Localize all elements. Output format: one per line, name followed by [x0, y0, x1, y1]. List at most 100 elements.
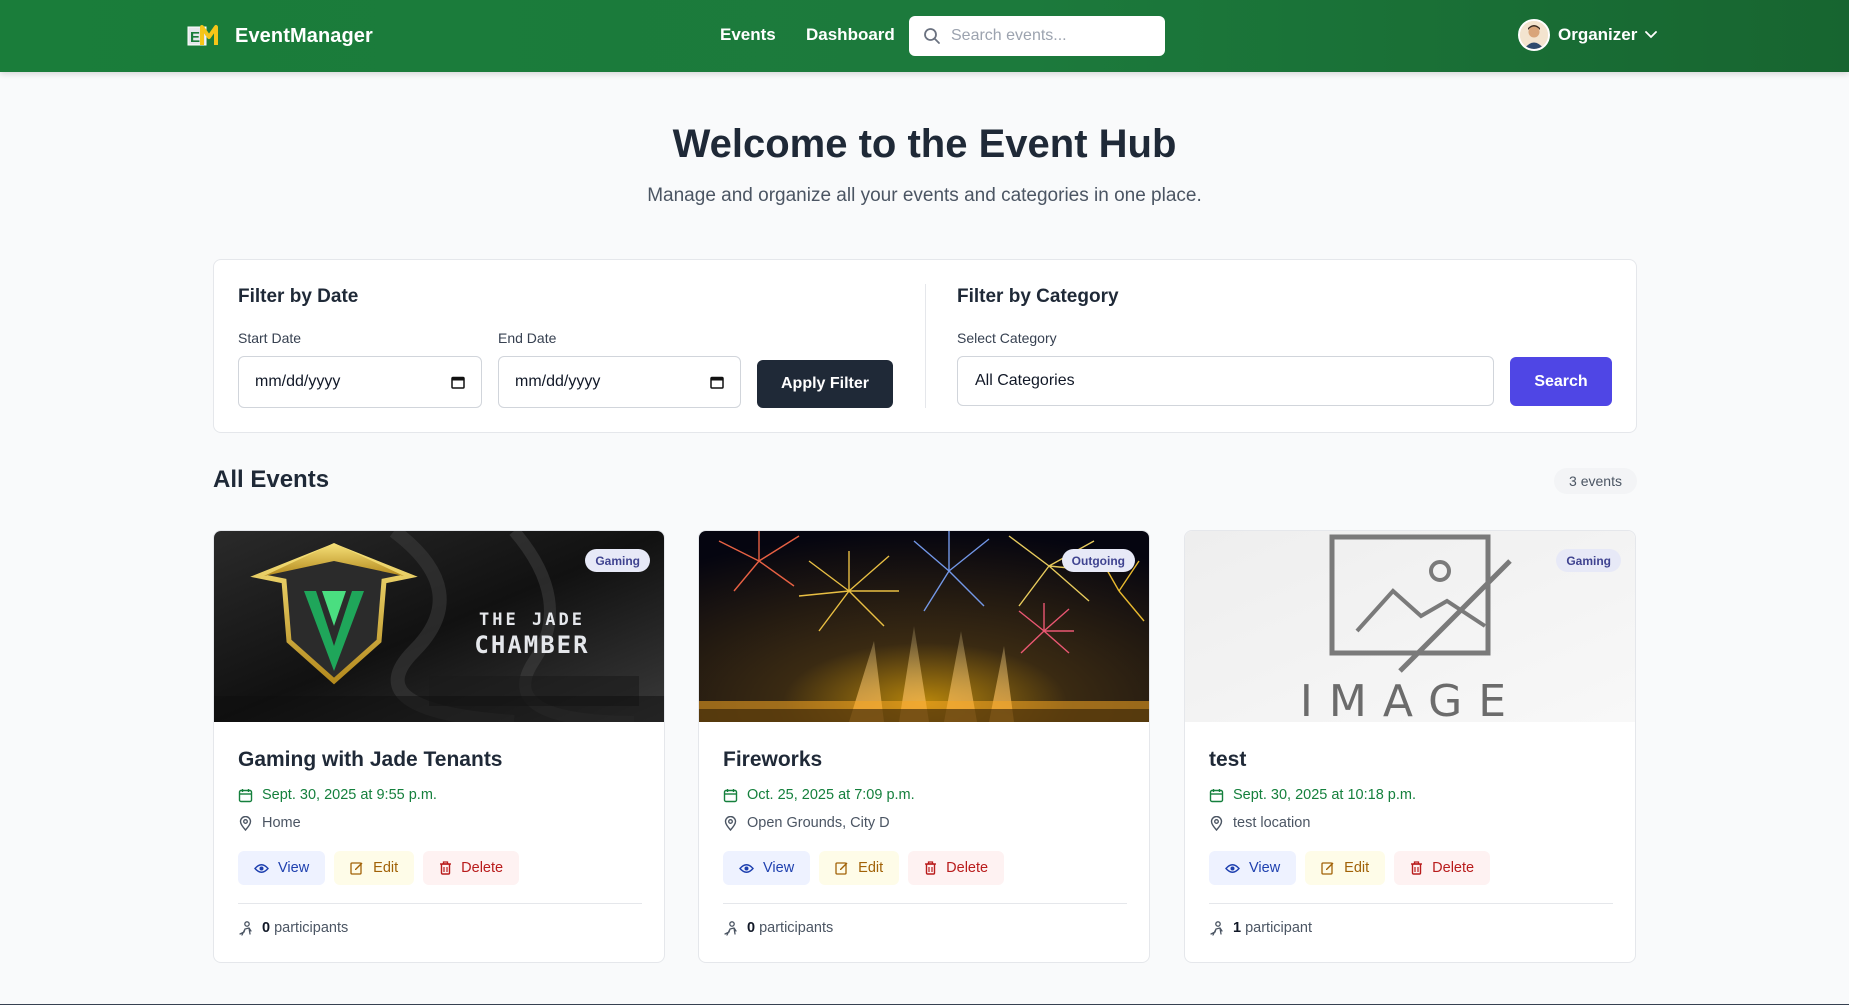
participants: 0 participants [723, 920, 833, 936]
trash-icon [1411, 861, 1423, 875]
participants: 0 participants [238, 920, 348, 936]
event-location-text: Open Grounds, City D [747, 815, 890, 831]
events-heading: All Events [213, 466, 330, 493]
event-location: test location [1209, 815, 1310, 831]
view-button[interactable]: View [723, 851, 811, 885]
event-location: Open Grounds, City D [723, 815, 890, 831]
chevron-down-icon [1645, 31, 1658, 39]
event-date: Sept. 30, 2025 at 9:55 p.m. [238, 787, 437, 803]
edit-icon [1321, 862, 1334, 875]
event-card: THE JADE CHAMBER Gaming Gaming with Jade… [213, 530, 665, 963]
delete-button[interactable]: Delete [423, 851, 520, 885]
eye-icon [254, 863, 269, 873]
search-input[interactable] [951, 27, 1151, 45]
card-divider [723, 903, 1127, 904]
calendar-icon [1209, 788, 1224, 802]
placeholder-image-text: IMAGE [1300, 676, 1522, 722]
participant-icon [239, 920, 252, 936]
event-date: Sept. 30, 2025 at 10:18 p.m. [1209, 787, 1416, 803]
event-title[interactable]: Gaming with Jade Tenants [238, 748, 503, 772]
map-pin-icon [724, 815, 737, 831]
card-divider [1209, 903, 1613, 904]
participant-icon [724, 920, 737, 936]
delete-label: Delete [1432, 860, 1475, 876]
calendar-picker-icon[interactable] [710, 375, 724, 389]
participants-count: 0 [262, 920, 271, 936]
trash-icon [925, 861, 937, 875]
event-location-text: Home [262, 815, 301, 831]
participants-label: participants [759, 920, 834, 936]
start-date-input[interactable]: mm/dd/yyyy [238, 356, 482, 408]
edit-label: Edit [858, 860, 884, 876]
brand[interactable]: E EventManager [187, 20, 373, 52]
edit-button[interactable]: Edit [334, 851, 415, 885]
edit-label: Edit [373, 860, 399, 876]
nav-link-events[interactable]: Events [720, 25, 776, 45]
event-manager-logo-icon: E [187, 25, 218, 46]
card-actions: View Edit Delete [238, 851, 520, 885]
end-date-value: mm/dd/yyyy [515, 373, 601, 390]
edit-button[interactable]: Edit [819, 851, 900, 885]
delete-button[interactable]: Delete [908, 851, 1005, 885]
card-divider [238, 903, 642, 904]
apply-filter-button[interactable]: Apply Filter [757, 360, 893, 408]
participants: 1 participant [1209, 920, 1312, 936]
search-icon [924, 28, 940, 44]
filter-divider [925, 284, 926, 408]
map-pin-icon [1210, 815, 1223, 831]
edit-icon [350, 862, 363, 875]
edit-label: Edit [1344, 860, 1370, 876]
end-date-label: End Date [498, 330, 557, 346]
event-image[interactable]: Outgoing [699, 531, 1149, 722]
page-subtitle: Manage and organize all your events and … [647, 185, 1202, 206]
event-location-text: test location [1233, 815, 1311, 831]
event-card: IMAGE Gaming test Sept. 30, 2025 at 10:1… [1184, 530, 1636, 963]
trash-icon [440, 861, 452, 875]
filter-category-title: Filter by Category [957, 286, 1119, 307]
event-date-text: Sept. 30, 2025 at 9:55 p.m. [262, 787, 437, 803]
event-title[interactable]: test [1209, 748, 1246, 772]
jade-chamber-logo-text: THE JADE CHAMBER [474, 610, 589, 659]
category-select[interactable]: All Categories [957, 356, 1494, 406]
start-date-label: Start Date [238, 330, 302, 346]
select-category-label: Select Category [957, 330, 1057, 346]
end-date-input[interactable]: mm/dd/yyyy [498, 356, 741, 408]
participants-count: 1 [1233, 920, 1242, 936]
category-search-button[interactable]: Search [1510, 357, 1612, 406]
calendar-icon [238, 788, 253, 802]
event-location: Home [238, 815, 301, 831]
edit-button[interactable]: Edit [1305, 851, 1386, 885]
page-title: Welcome to the Event Hub [672, 122, 1177, 166]
image-text-line-2: CHAMBER [474, 631, 589, 659]
participants-label: participant [1245, 920, 1312, 936]
eye-icon [1225, 863, 1240, 873]
user-menu[interactable]: Organizer [1518, 19, 1658, 51]
events-count-badge: 3 events [1554, 468, 1637, 494]
svg-text:E: E [190, 29, 200, 46]
calendar-picker-icon[interactable] [451, 375, 465, 389]
calendar-icon [723, 788, 738, 802]
event-image[interactable]: THE JADE CHAMBER Gaming [214, 531, 664, 722]
top-navbar: E EventManager Events Dashboard Organize… [0, 0, 1849, 72]
start-date-value: mm/dd/yyyy [255, 373, 341, 390]
view-button[interactable]: View [1209, 851, 1297, 885]
event-image[interactable]: IMAGE Gaming [1185, 531, 1635, 722]
event-title[interactable]: Fireworks [723, 748, 822, 772]
card-actions: View Edit Delete [1209, 851, 1491, 885]
brand-name: EventManager [235, 24, 373, 47]
delete-label: Delete [461, 860, 504, 876]
event-card: Outgoing Fireworks Oct. 25, 2025 at 7:09… [698, 530, 1150, 963]
view-label: View [278, 860, 310, 876]
participant-icon [1210, 920, 1223, 936]
edit-icon [835, 862, 848, 875]
user-name: Organizer [1558, 25, 1638, 44]
nav-search[interactable] [909, 16, 1165, 56]
delete-label: Delete [946, 860, 989, 876]
delete-button[interactable]: Delete [1394, 851, 1491, 885]
category-badge: Gaming [585, 549, 650, 572]
view-button[interactable]: View [238, 851, 326, 885]
nav-link-dashboard[interactable]: Dashboard [806, 25, 895, 45]
event-date: Oct. 25, 2025 at 7:09 p.m. [723, 787, 915, 803]
map-pin-icon [239, 815, 252, 831]
filter-date-title: Filter by Date [238, 286, 359, 307]
